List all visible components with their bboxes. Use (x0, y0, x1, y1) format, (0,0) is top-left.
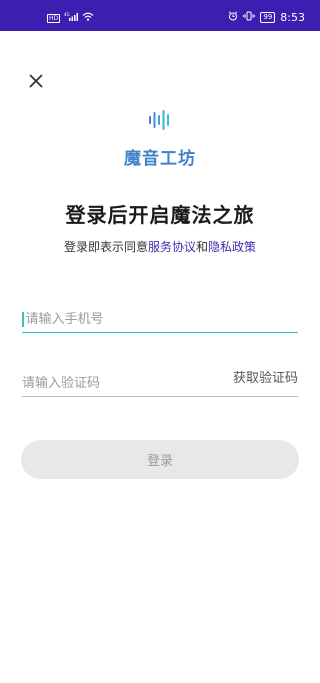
hd-badge: HD (47, 13, 61, 23)
battery-indicator: 99 (260, 12, 276, 23)
login-button[interactable]: 登录 (21, 440, 299, 479)
status-bar: HD 4G 99 8:53 (0, 0, 320, 31)
service-agreement-link[interactable]: 服务协议 (148, 240, 196, 254)
phone-field[interactable] (22, 306, 298, 333)
login-screen: HD 4G 99 8:53 魔音工坊 登录后开启魔法之旅 登录即表示同意服务协议… (0, 0, 320, 683)
agreement-conjunction: 和 (196, 240, 209, 254)
agreement-prefix: 登录即表示同意 (63, 240, 148, 254)
text-cursor (22, 311, 24, 327)
vibrate-icon (243, 11, 256, 24)
status-left: HD 4G (47, 12, 94, 24)
page-title: 登录后开启魔法之旅 (65, 203, 255, 227)
close-icon (29, 74, 43, 88)
get-code-button[interactable]: 获取验证码 (233, 367, 298, 386)
brand-name: 魔音工坊 (124, 149, 196, 169)
close-button[interactable] (27, 72, 45, 90)
status-time: 8:53 (280, 11, 305, 24)
privacy-policy-link[interactable]: 隐私政策 (208, 240, 256, 254)
agreement-text: 登录即表示同意服务协议和隐私政策 (0, 238, 320, 255)
status-right: 99 8:53 (228, 11, 305, 24)
network-type-label: 4G (64, 12, 70, 17)
alarm-icon (228, 11, 238, 24)
signal-icon: 4G (64, 12, 79, 24)
sound-wave-logo-icon (148, 110, 172, 130)
phone-input[interactable] (25, 311, 276, 327)
wifi-icon (82, 12, 94, 24)
